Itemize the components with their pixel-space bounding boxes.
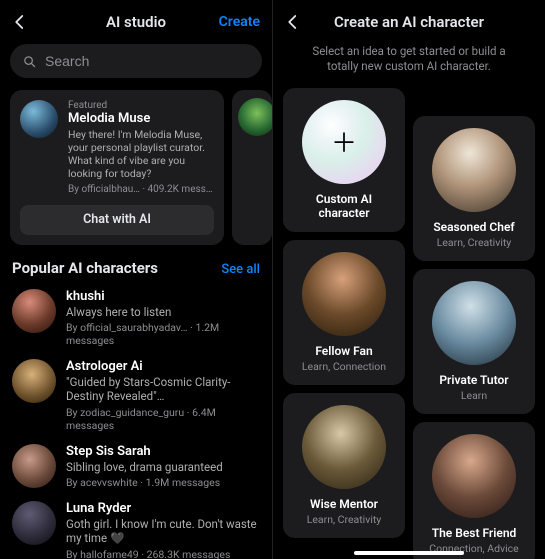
card-tags: Learn, Connection [302, 360, 386, 373]
list-item[interactable]: Astrologer Ai "Guided by Stars-Cosmic Cl… [4, 353, 268, 438]
avatar [12, 444, 56, 488]
seasoned-chef-card[interactable]: Seasoned Chef Learn, Creativity [413, 116, 535, 261]
featured-name: Melodia Muse [68, 111, 214, 126]
avatar [432, 434, 516, 518]
featured-carousel[interactable]: Featured Melodia Muse Hey there! I'm Mel… [0, 86, 272, 245]
chevron-left-icon [11, 13, 29, 31]
featured-label: Featured [68, 100, 214, 111]
featured-avatar [238, 98, 272, 136]
header: Create an AI character [273, 0, 545, 44]
fellow-fan-card[interactable]: Fellow Fan Learn, Connection [283, 240, 405, 385]
list-item[interactable]: Step Sis Sarah Sibling love, drama guara… [4, 438, 268, 495]
page-title: Create an AI character [334, 13, 484, 31]
page-title: AI studio [106, 13, 166, 31]
home-indicator[interactable] [354, 551, 464, 555]
page-subtitle: Select an idea to get started or build a… [273, 44, 545, 84]
card-name: Seasoned Chef [433, 220, 514, 234]
avatar [432, 281, 516, 365]
card-tags: Learn [461, 389, 487, 402]
chevron-left-icon [284, 13, 302, 31]
item-name: Step Sis Sarah [66, 444, 260, 459]
private-tutor-card[interactable]: Private Tutor Learn [413, 269, 535, 414]
avatar [432, 128, 516, 212]
card-name: Private Tutor [439, 373, 508, 387]
wise-mentor-card[interactable]: Wise Mentor Learn, Creativity [283, 393, 405, 538]
card-name: Custom AI character [291, 192, 397, 220]
item-meta: By acevvswhite · 1.9M messages [66, 476, 260, 489]
card-name: Fellow Fan [315, 344, 372, 358]
item-desc: Goth girl. I know I'm cute. Don't waste … [66, 517, 260, 546]
item-desc: Always here to listen [66, 305, 260, 319]
list-item[interactable]: khushi Always here to listen By official… [4, 283, 268, 353]
card-tags: Learn, Creativity [307, 513, 382, 526]
card-tags: Learn, Creativity [437, 236, 512, 249]
avatar [302, 252, 386, 336]
list-item[interactable]: Luna Ryder Goth girl. I know I'm cute. D… [4, 495, 268, 559]
ai-studio-pane: AI studio Create Featured Melodia Muse H… [0, 0, 272, 559]
featured-avatar [20, 100, 58, 138]
plus-circle-icon: ＋ [302, 100, 386, 184]
item-desc: Sibling love, drama guaranteed [66, 460, 260, 474]
item-name: Luna Ryder [66, 501, 260, 516]
avatar [302, 405, 386, 489]
popular-list: khushi Always here to listen By official… [0, 283, 272, 559]
create-character-pane: Create an AI character Select an idea to… [272, 0, 545, 559]
create-link[interactable]: Create [219, 14, 260, 30]
featured-meta: By officialbhau… · 409.2K messa… [68, 184, 214, 195]
template-grid: ＋ Custom AI character Fellow Fan Learn, … [273, 84, 545, 559]
search-field[interactable] [10, 44, 262, 78]
search-input[interactable] [45, 53, 250, 69]
featured-desc: Hey there! I'm Melodia Muse, your person… [68, 128, 214, 181]
search-icon [22, 54, 37, 69]
item-meta: By official_saurabhyadav… · 1.2M message… [66, 321, 260, 347]
item-desc: "Guided by Stars-Cosmic Clarity-Destiny … [66, 375, 260, 404]
item-name: Astrologer Ai [66, 359, 260, 374]
chat-with-ai-button[interactable]: Chat with AI [20, 205, 214, 235]
see-all-link[interactable]: See all [221, 262, 260, 277]
best-friend-card[interactable]: The Best Friend Connection, Advice [413, 422, 535, 559]
card-name: Wise Mentor [310, 497, 378, 511]
featured-card[interactable]: Featured Melodia Muse Hey there! I'm Mel… [10, 90, 224, 245]
avatar [12, 289, 56, 333]
avatar [12, 501, 56, 545]
item-name: khushi [66, 289, 260, 304]
avatar [12, 359, 56, 403]
popular-title: Popular AI characters [12, 259, 158, 277]
featured-card-next[interactable] [232, 90, 272, 245]
item-meta: By hallofame49 · 268.3K messages [66, 548, 260, 559]
header: AI studio Create [0, 0, 272, 44]
back-button[interactable] [281, 10, 305, 34]
back-button[interactable] [8, 10, 32, 34]
custom-character-card[interactable]: ＋ Custom AI character [283, 88, 405, 232]
card-name: The Best Friend [432, 526, 517, 540]
item-meta: By zodiac_guidance_guru · 6.4M messages [66, 406, 260, 432]
